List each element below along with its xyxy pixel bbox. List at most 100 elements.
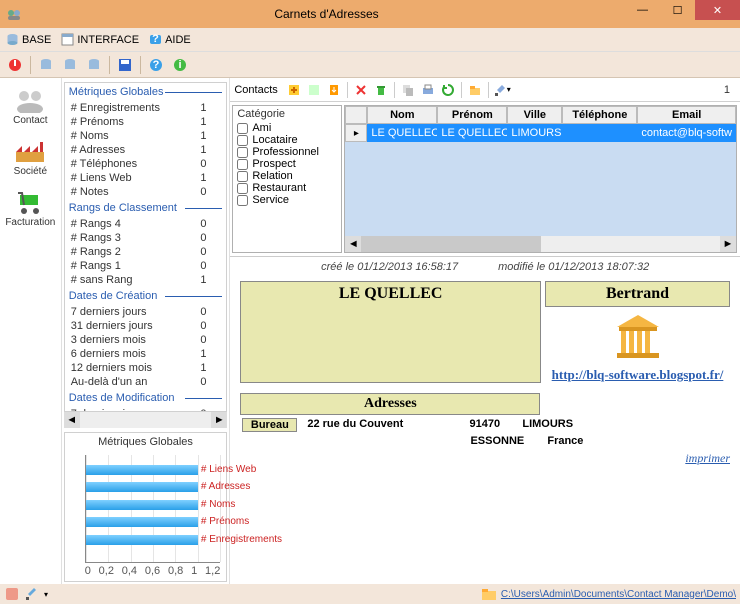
export-button[interactable] [324,80,344,100]
metric-row: # Rangs 10 [65,259,227,273]
category-item[interactable]: Restaurant [233,182,341,194]
help-button[interactable]: ? [145,54,167,76]
window-title: Carnets d'Adresses [28,7,625,21]
edit-contact-button[interactable] [304,80,324,100]
copy-button[interactable] [398,80,418,100]
chart-bar: # Enregistrements [86,535,198,545]
menu-base[interactable]: BASE [6,33,51,46]
database-icon [6,33,19,46]
maximize-button[interactable]: ☐ [660,0,695,20]
contacts-label: Contacts [234,84,277,96]
close-button[interactable]: ✕ [695,0,740,20]
created-date: créé le 01/12/2013 16:58:17 [321,261,458,273]
menu-interface[interactable]: INTERFACE [61,33,139,46]
help-icon: ? [149,33,162,46]
detail-prenom: Bertrand [545,281,730,307]
quit-button[interactable] [4,54,26,76]
status-bar: ▾ C:\Users\Admin\Documents\Contact Manag… [0,584,740,604]
category-item[interactable]: Ami [233,122,341,134]
rail-contact[interactable]: Contact [0,84,60,129]
contacts-icon [14,87,46,113]
category-checkbox[interactable] [237,147,248,158]
category-item[interactable]: Professionnel [233,146,341,158]
addr-type: Bureau [242,418,297,432]
rail-societe[interactable]: Société [0,135,60,180]
minimize-button[interactable]: — [625,0,660,20]
metrics-modification-header: Dates de Modification [65,389,227,407]
menu-aide[interactable]: ? AIDE [149,33,191,46]
save-button[interactable] [114,54,136,76]
metrics-globals-header: Métriques Globales [65,83,227,101]
metrics-column: Métriques Globales # Enregistrements1 # P… [62,78,231,584]
db-button-3[interactable] [83,54,105,76]
metric-row: # Enregistrements1 [65,101,227,115]
metrics-h-scrollbar[interactable]: ◄► [64,412,228,428]
db-button-1[interactable] [35,54,57,76]
detail-pane: créé le 01/12/2013 16:58:17 modifié le 0… [230,256,740,584]
metric-row: # Liens Web1 [65,171,227,185]
col-nom[interactable]: Nom [367,106,437,124]
category-checkbox[interactable] [237,183,248,194]
rail-facturation[interactable]: Facturation [0,186,60,231]
category-item[interactable]: Locataire [233,134,341,146]
category-item[interactable]: Prospect [233,158,341,170]
menu-bar: BASE INTERFACE ? AIDE [0,28,740,52]
chart-bar: # Liens Web [86,465,198,475]
main-pane: Contacts ▾ 1 Catégorie AmiLocataireProfe… [230,78,740,584]
category-checkbox[interactable] [237,159,248,170]
addr-city: LIMOURS [522,418,573,432]
table-row[interactable]: LE QUELLEC LE QUELLEC LIMOURS contact@bl… [367,124,736,142]
category-checkbox[interactable] [237,135,248,146]
category-list: Catégorie AmiLocataireProfessionnelProsp… [232,105,342,253]
info-button[interactable]: i [169,54,191,76]
print-link[interactable]: imprimer [240,451,730,466]
rail-societe-label: Société [14,166,47,177]
main-toolbar: ? i [0,52,740,78]
contacts-count: 1 [718,84,736,96]
col-prenom[interactable]: Prénom [437,106,507,124]
status-icon-1[interactable] [4,586,20,602]
col-ville[interactable]: Ville [507,106,562,124]
metric-row: 31 derniers jours0 [65,319,227,333]
status-icon-2[interactable] [24,586,40,602]
metric-row: # Téléphones0 [65,157,227,171]
metric-row: # Rangs 20 [65,245,227,259]
grid-h-scrollbar[interactable]: ◄► [345,236,736,252]
category-item[interactable]: Service [233,194,341,206]
col-tel[interactable]: Téléphone [562,106,637,124]
contacts-grid[interactable]: Nom Prénom Ville Téléphone Email ▸ LE QU… [344,105,737,253]
delete-button[interactable] [351,80,371,100]
detail-link[interactable]: http://blq-software.blogspot.fr/ [552,367,724,382]
modified-date: modifié le 01/12/2013 18:07:32 [498,261,649,273]
metric-row: # sans Rang1 [65,273,227,287]
new-contact-button[interactable] [284,80,304,100]
metrics-ranks-header: Rangs de Classement [65,199,227,217]
trash-button[interactable] [371,80,391,100]
category-checkbox[interactable] [237,195,248,206]
metrics-panel[interactable]: Métriques Globales # Enregistrements1# P… [64,82,228,412]
folder-icon [481,586,497,602]
addr-street: 22 rue du Couvent [307,418,447,432]
metric-row: 7 derniers jours0 [65,407,227,412]
print-button[interactable] [418,80,438,100]
status-path[interactable]: C:\Users\Admin\Documents\Contact Manager… [501,589,736,600]
metric-row: # Adresses1 [65,143,227,157]
chart-bar: # Noms [86,500,198,510]
addresses-header: Adresses [240,393,540,415]
left-rail: Contact Société Facturation [0,78,62,584]
folder-button[interactable] [465,80,485,100]
metric-row: # Rangs 30 [65,231,227,245]
db-button-2[interactable] [59,54,81,76]
category-header: Catégorie [233,106,341,122]
category-checkbox[interactable] [237,171,248,182]
metric-row: # Noms1 [65,129,227,143]
col-email[interactable]: Email [637,106,736,124]
category-checkbox[interactable] [237,123,248,134]
category-item[interactable]: Relation [233,170,341,182]
tool-button[interactable]: ▾ [492,80,512,100]
refresh-button[interactable] [438,80,458,100]
addr-zip: 91470 [457,418,512,432]
factory-icon [14,138,46,164]
chart-bar: # Prénoms [86,517,198,527]
addr-country: France [547,435,583,447]
